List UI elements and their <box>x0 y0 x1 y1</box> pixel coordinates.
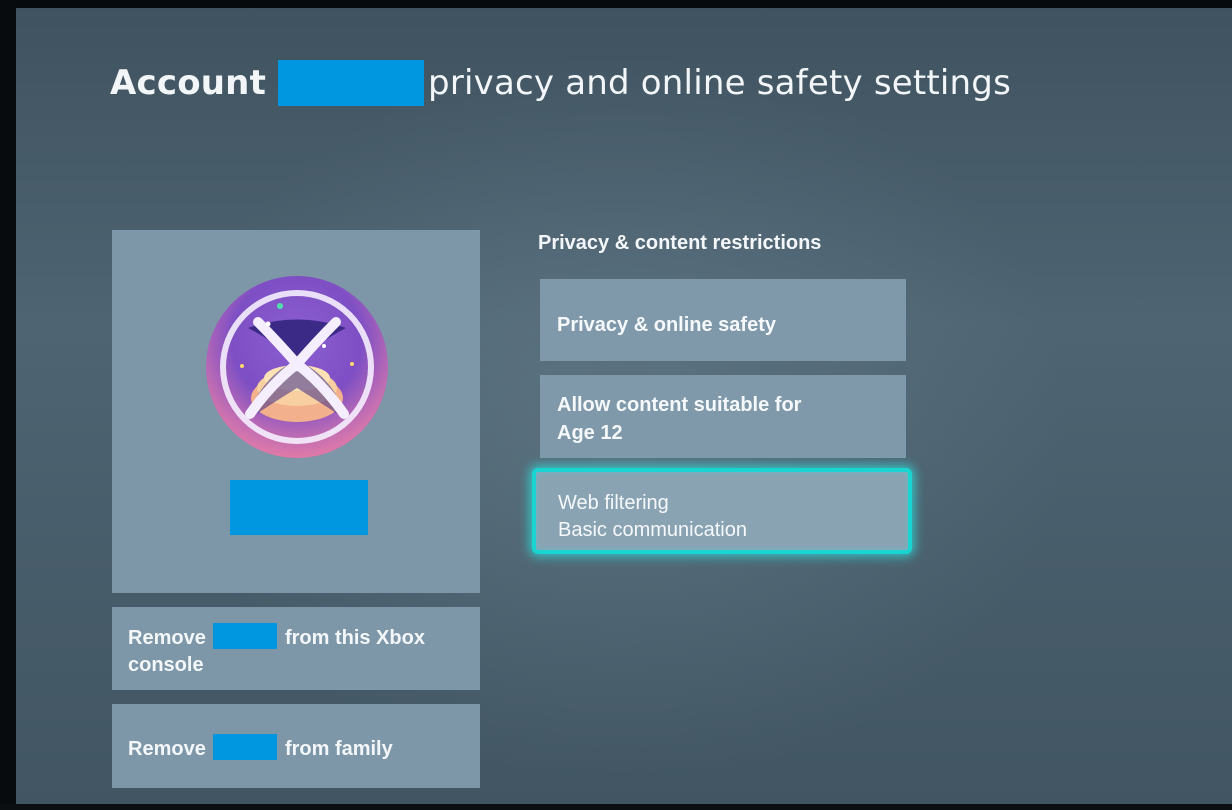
tile-title: Allow content suitable for <box>557 394 802 416</box>
remove-word: Remove <box>128 738 206 760</box>
remove-from-console-button[interactable]: Remove from this Xbox console <box>112 607 480 690</box>
redacted-account-name <box>278 60 425 106</box>
privacy-online-safety-tile[interactable]: Privacy & online safety <box>540 279 906 361</box>
remove-word: Remove <box>128 627 206 649</box>
tv-bezel-bottom <box>0 804 1232 810</box>
from-family-text: from family <box>284 738 393 760</box>
redacted-gamertag <box>230 480 368 535</box>
tile-title: Web filtering <box>558 492 669 514</box>
page-title: Account privacy and online safety settin… <box>110 58 1011 108</box>
profile-card <box>112 230 480 593</box>
xbox-gamerpic-icon <box>206 276 388 458</box>
gamerpic-art <box>206 276 388 458</box>
remove-from-family-button[interactable]: Remove from family <box>112 704 480 788</box>
console-word: console <box>128 654 204 676</box>
remove-from-family-label: Remove from family <box>128 734 393 763</box>
web-filtering-tile[interactable]: Web filtering Basic communication <box>532 468 912 554</box>
tile-title: Privacy & online safety <box>557 314 776 336</box>
content-restriction-tile[interactable]: Allow content suitable for Age 12 <box>540 375 906 458</box>
tv-bezel-left <box>0 0 16 810</box>
remove-from-console-label: Remove from this Xbox <box>128 623 425 652</box>
tv-bezel-top <box>0 0 1232 8</box>
from-this-xbox-text: from this Xbox <box>284 627 425 649</box>
tile-subtitle: Basic communication <box>558 519 747 541</box>
redacted-name-inline <box>213 623 278 649</box>
tile-subtitle: Age 12 <box>557 422 623 444</box>
redacted-name-inline <box>213 734 278 760</box>
xbox-settings-screen: Account privacy and online safety settin… <box>0 0 1232 810</box>
section-heading: Privacy & content restrictions <box>538 232 822 254</box>
page-title-prefix: Account <box>110 63 267 103</box>
page-title-suffix: privacy and online safety settings <box>428 63 1012 103</box>
